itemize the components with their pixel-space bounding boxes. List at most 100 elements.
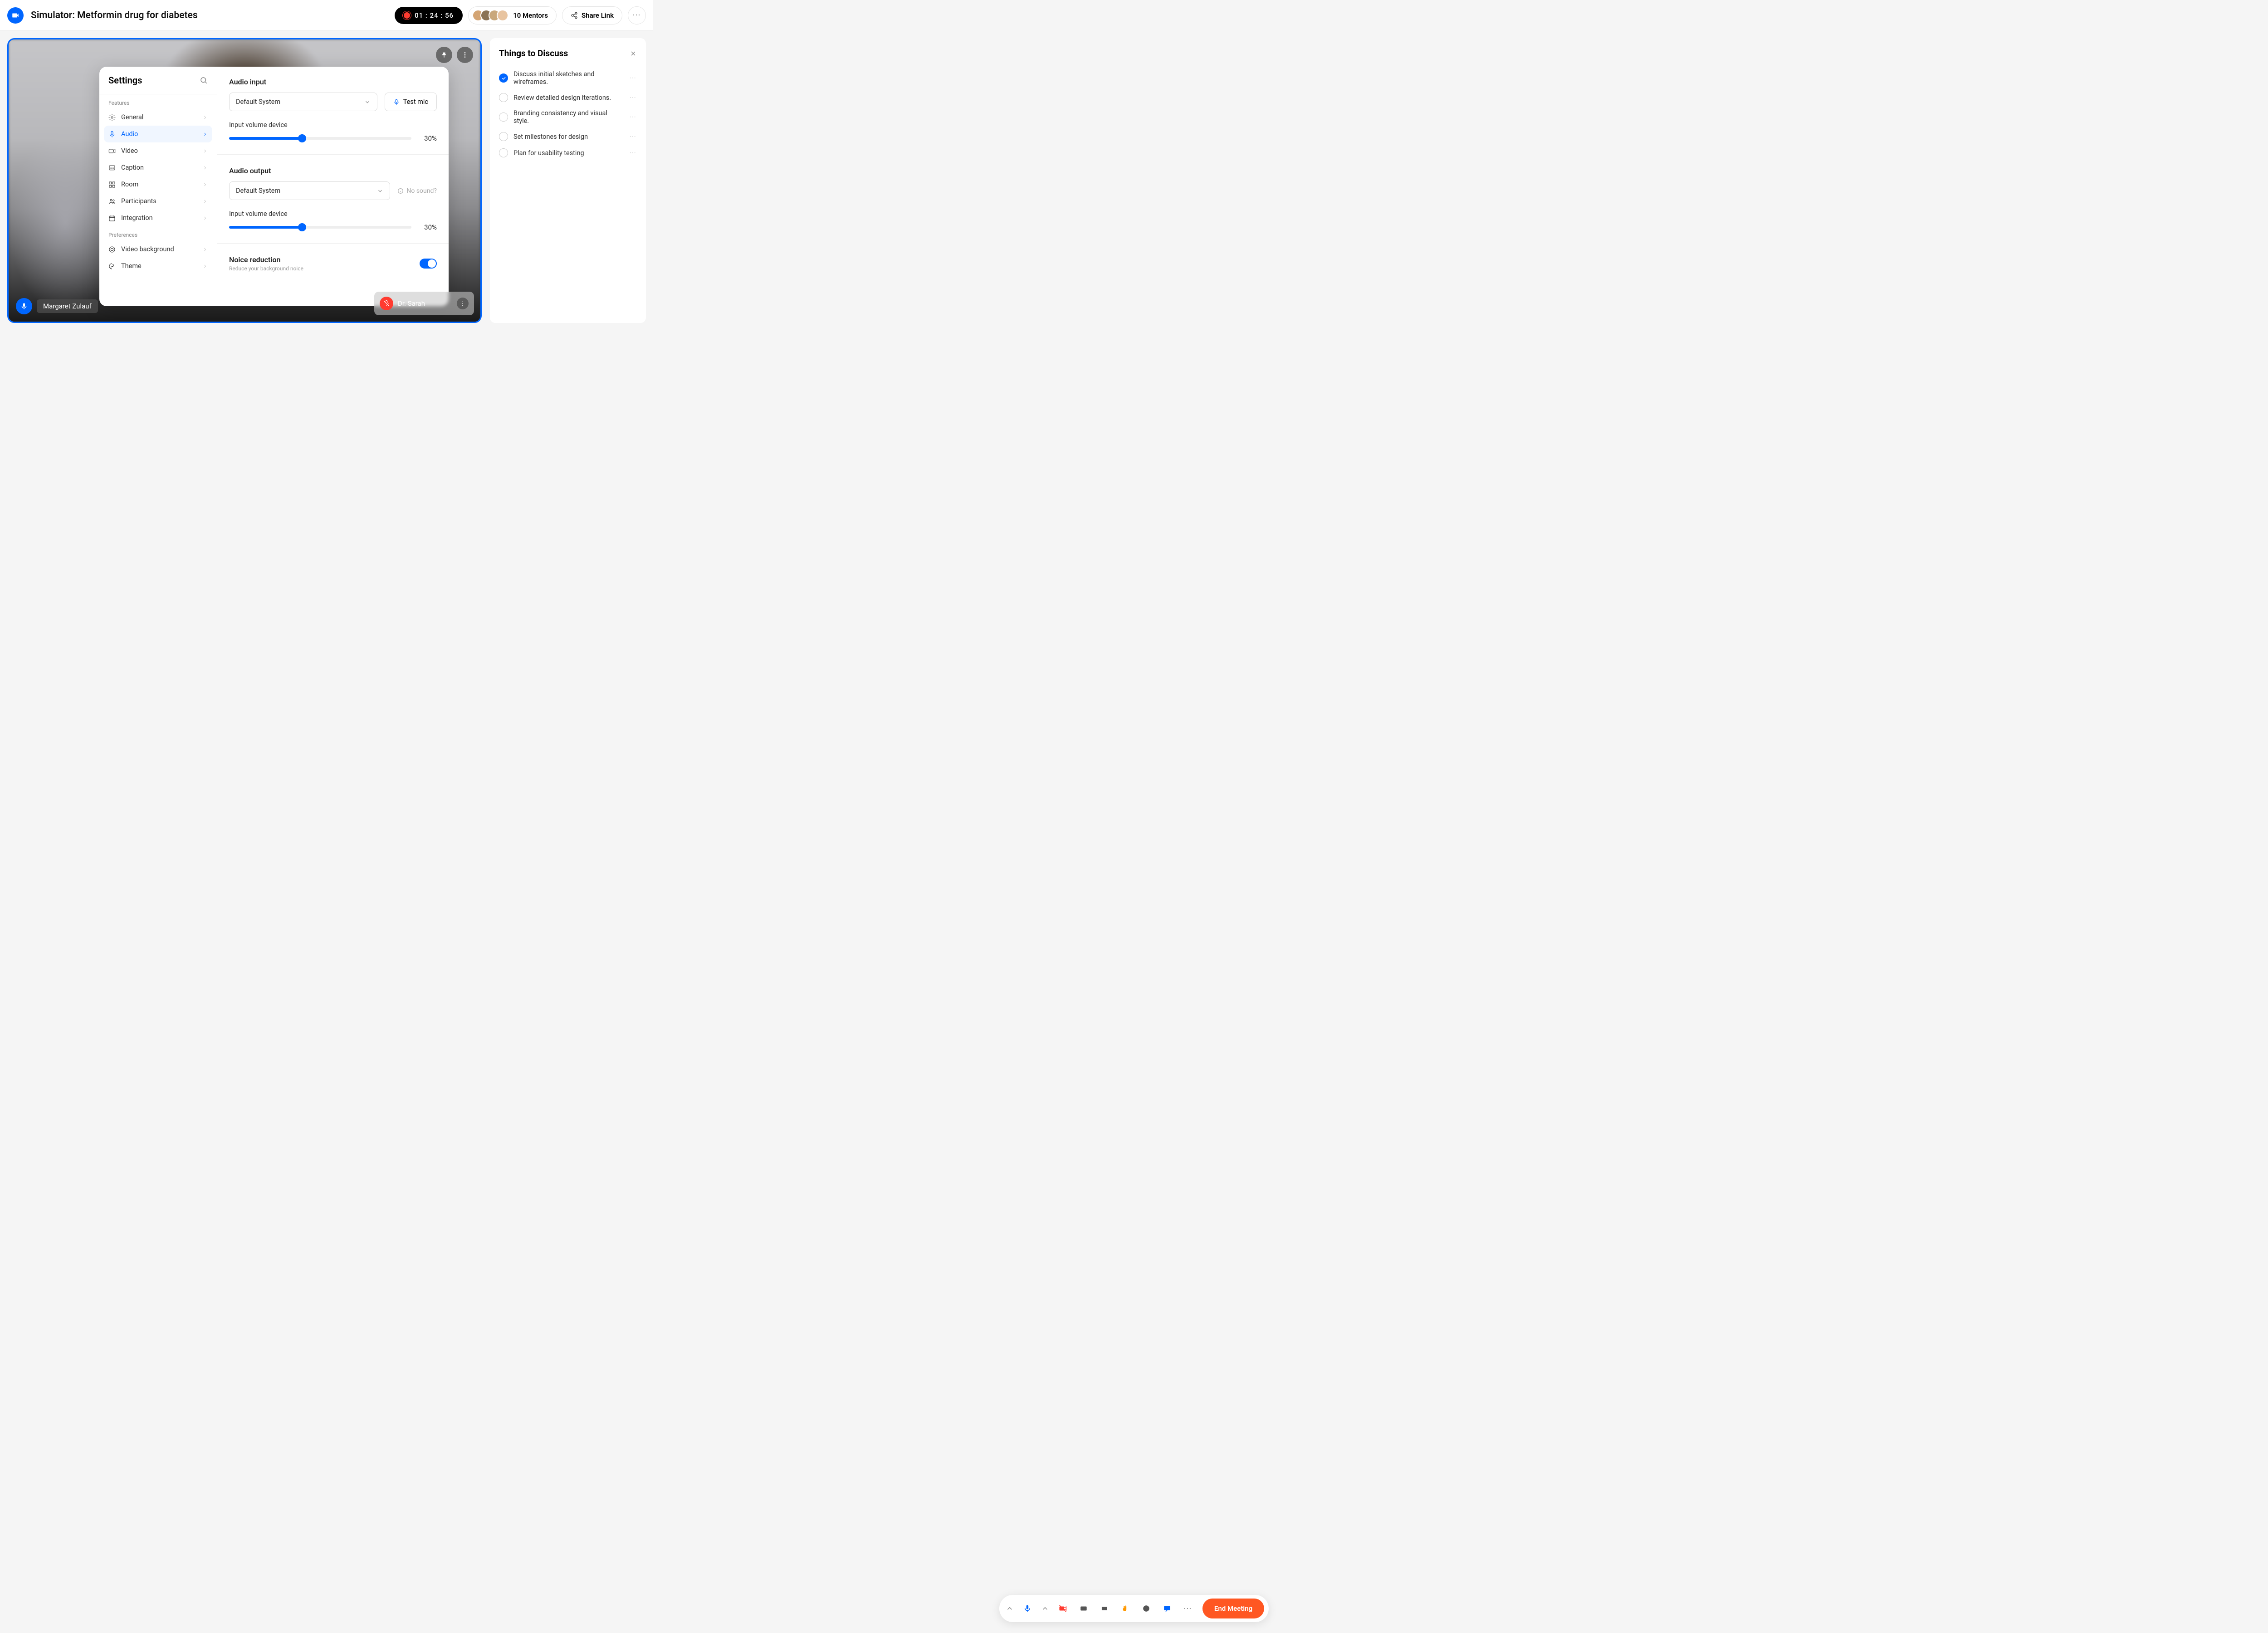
nav-room[interactable]: Room (99, 176, 217, 193)
nav-audio[interactable]: Audio (104, 126, 212, 142)
app-logo (7, 7, 24, 24)
noise-desc: Reduce your background noice (229, 265, 303, 272)
item-more-icon[interactable]: ⋯ (630, 149, 637, 156)
header-more-button[interactable]: ⋯ (628, 6, 646, 24)
divider (217, 154, 449, 155)
camera-options-button[interactable] (1039, 1599, 1051, 1618)
discuss-item[interactable]: Plan for usability testing ⋯ (499, 145, 637, 161)
screen-share-button[interactable] (1095, 1599, 1114, 1618)
nav-participants[interactable]: Participants (99, 193, 217, 210)
caption-icon (108, 164, 116, 171)
participant-name-tag: Margaret Zulauf (16, 298, 98, 314)
item-more-icon[interactable]: ⋯ (630, 74, 637, 82)
nav-video[interactable]: Video (99, 142, 217, 159)
checkbox[interactable] (499, 93, 508, 102)
avatar-stack (472, 10, 508, 21)
video-more-button[interactable] (457, 47, 473, 63)
pip-thumbnail[interactable]: Dr. Sarah ⋮ (374, 292, 474, 315)
audio-output-title: Audio output (229, 166, 437, 175)
discuss-title: Things to Discuss (499, 48, 568, 59)
discuss-text: Review detailed design iterations. (513, 94, 611, 102)
checkbox[interactable] (499, 148, 508, 157)
discuss-panel: Things to Discuss Discuss initial sketch… (490, 38, 646, 323)
nav-label: Integration (121, 214, 153, 222)
discuss-item[interactable]: Discuss initial sketches and wireframes.… (499, 67, 637, 89)
discuss-text: Discuss initial sketches and wireframes. (513, 70, 624, 86)
more-icon: ⋯ (632, 10, 641, 20)
audio-input-title: Audio input (229, 78, 437, 86)
search-icon[interactable] (200, 76, 208, 84)
audio-input-select[interactable]: Default System (229, 93, 377, 111)
mic-icon (20, 303, 28, 310)
item-more-icon[interactable]: ⋯ (630, 113, 637, 121)
test-mic-button[interactable]: Test mic (385, 93, 437, 111)
select-value: Default System (236, 187, 280, 195)
mic-toggle-button[interactable] (1018, 1599, 1036, 1618)
noise-reduction-row: Noice reduction Reduce your background n… (229, 255, 437, 272)
chevron-right-icon (202, 264, 208, 269)
nav-general[interactable]: General (99, 109, 217, 126)
item-more-icon[interactable]: ⋯ (630, 94, 637, 101)
mic-muted-indicator (380, 297, 393, 310)
item-more-icon[interactable]: ⋯ (630, 133, 637, 140)
recording-indicator[interactable]: 01 : 24 : 56 (395, 7, 463, 24)
chevron-up-icon (1006, 1604, 1014, 1613)
select-value: Default System (236, 98, 280, 106)
integration-icon (108, 215, 116, 222)
end-meeting-button[interactable]: End Meeting (1202, 1599, 1264, 1618)
chevron-right-icon (202, 132, 208, 137)
toolbar-more-button[interactable]: ⋯ (1179, 1599, 1197, 1618)
nav-theme[interactable]: Theme (99, 258, 217, 274)
chat-button[interactable] (1158, 1599, 1176, 1618)
mic-off-icon (383, 300, 390, 307)
hand-icon (1121, 1604, 1129, 1613)
slider-thumb[interactable] (298, 134, 306, 142)
pin-button[interactable] (436, 47, 452, 63)
share-button[interactable]: Share Link (562, 6, 622, 24)
nav-label: Video background (121, 245, 174, 253)
nav-label: Caption (121, 164, 144, 171)
nav-integration[interactable]: Integration (99, 210, 217, 226)
no-sound-link[interactable]: No sound? (397, 187, 437, 195)
share-icon (571, 12, 578, 19)
noise-title: Noice reduction (229, 255, 303, 264)
caption-button[interactable] (1075, 1599, 1093, 1618)
mic-indicator (16, 298, 32, 314)
discuss-text: Plan for usability testing (513, 149, 584, 157)
mic-icon (393, 99, 400, 105)
chevron-right-icon (202, 215, 208, 221)
nav-video-background[interactable]: Video background (99, 241, 217, 258)
grid-icon (108, 181, 116, 188)
mentors-button[interactable]: 10 Mentors (468, 6, 557, 24)
settings-modal: Settings Features General Audio Video (99, 67, 449, 306)
camera-off-icon (1059, 1604, 1067, 1613)
camera-toggle-button[interactable] (1054, 1599, 1072, 1618)
audio-output-select[interactable]: Default System (229, 181, 390, 200)
smile-icon (1142, 1604, 1150, 1613)
discuss-item[interactable]: Review detailed design iterations. ⋯ (499, 89, 637, 106)
nav-section-prefs: Preferences (99, 226, 217, 241)
chevron-right-icon (202, 148, 208, 154)
checkbox[interactable] (499, 112, 508, 122)
close-icon[interactable] (630, 50, 637, 57)
pip-more-button[interactable]: ⋮ (457, 298, 469, 309)
pin-icon (440, 51, 448, 59)
mic-options-button[interactable] (1004, 1599, 1016, 1618)
input-volume-slider[interactable] (229, 137, 411, 140)
noise-reduction-toggle[interactable] (420, 259, 437, 269)
raise-hand-button[interactable] (1116, 1599, 1134, 1618)
checkbox[interactable] (499, 132, 508, 141)
reactions-button[interactable] (1137, 1599, 1155, 1618)
background-icon (108, 246, 116, 253)
output-volume-slider[interactable] (229, 226, 411, 229)
discuss-text: Branding consistency and visual style. (513, 109, 624, 125)
slider-thumb[interactable] (298, 223, 306, 231)
chevron-down-icon (364, 99, 371, 105)
record-icon (404, 12, 410, 19)
checkbox-checked[interactable] (499, 73, 508, 83)
settings-nav: Settings Features General Audio Video (99, 67, 217, 306)
discuss-header: Things to Discuss (499, 48, 637, 59)
nav-caption[interactable]: Caption (99, 159, 217, 176)
discuss-item[interactable]: Set milestones for design ⋯ (499, 128, 637, 145)
discuss-item[interactable]: Branding consistency and visual style. ⋯ (499, 106, 637, 128)
